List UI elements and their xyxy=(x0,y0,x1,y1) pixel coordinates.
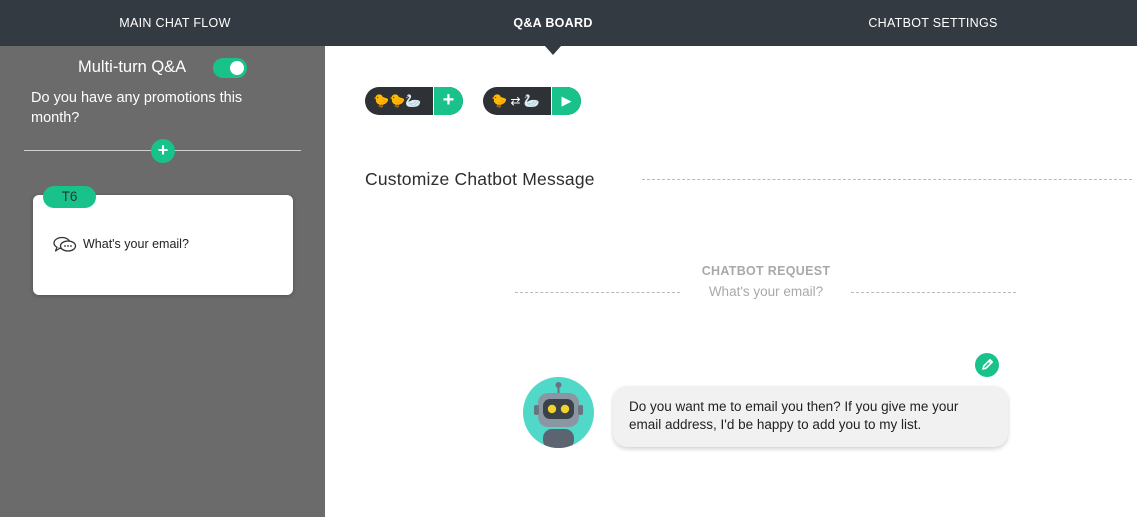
top-nav: MAIN CHAT FLOW Q&A BOARD CHATBOT SETTING… xyxy=(0,0,1137,46)
bot-message-bubble[interactable]: Do you want me to email you then? If you… xyxy=(613,386,1008,447)
request-label: CHATBOT REQUEST xyxy=(701,264,831,278)
turn-card[interactable]: T6 What's your email? xyxy=(33,186,293,295)
request-divider-right xyxy=(851,292,1016,293)
sidebar: Multi-turn Q&A Do you have any promotion… xyxy=(0,46,325,517)
section-divider xyxy=(642,179,1132,180)
request-divider-left xyxy=(515,292,680,293)
ducks-sync-icon: 🐤 ⇄ 🦢 xyxy=(491,93,541,108)
multiturn-toggle[interactable] xyxy=(213,58,247,78)
chat-bubbles-icon xyxy=(53,236,77,252)
tab-chatbot-settings[interactable]: CHATBOT SETTINGS xyxy=(818,0,1048,46)
add-turn-button[interactable]: + xyxy=(151,139,175,163)
turn-card-text: What's your email? xyxy=(83,237,189,251)
toggle-knob xyxy=(230,61,244,75)
sidebar-question: Do you have any promotions this month? xyxy=(31,90,243,126)
tab-qa-board[interactable]: Q&A BOARD xyxy=(438,0,668,46)
ducks-add-icon: 🐤🐤🦢 xyxy=(373,93,422,108)
plus-icon[interactable]: + xyxy=(433,87,463,115)
active-tab-pointer xyxy=(545,46,561,55)
pencil-icon[interactable] xyxy=(975,353,999,377)
sync-question-pill[interactable]: 🐤 ⇄ 🦢 ▶ xyxy=(483,87,581,115)
tab-main-chat-flow[interactable]: MAIN CHAT FLOW xyxy=(60,0,290,46)
play-icon[interactable]: ▶ xyxy=(551,87,581,115)
bot-avatar xyxy=(523,377,594,448)
section-title: Customize Chatbot Message xyxy=(365,169,595,189)
request-text: What's your email? xyxy=(708,284,824,299)
turn-badge: T6 xyxy=(43,186,96,208)
add-question-pill[interactable]: 🐤🐤🦢 + xyxy=(365,87,463,115)
multiturn-label: Multi-turn Q&A xyxy=(78,58,187,76)
